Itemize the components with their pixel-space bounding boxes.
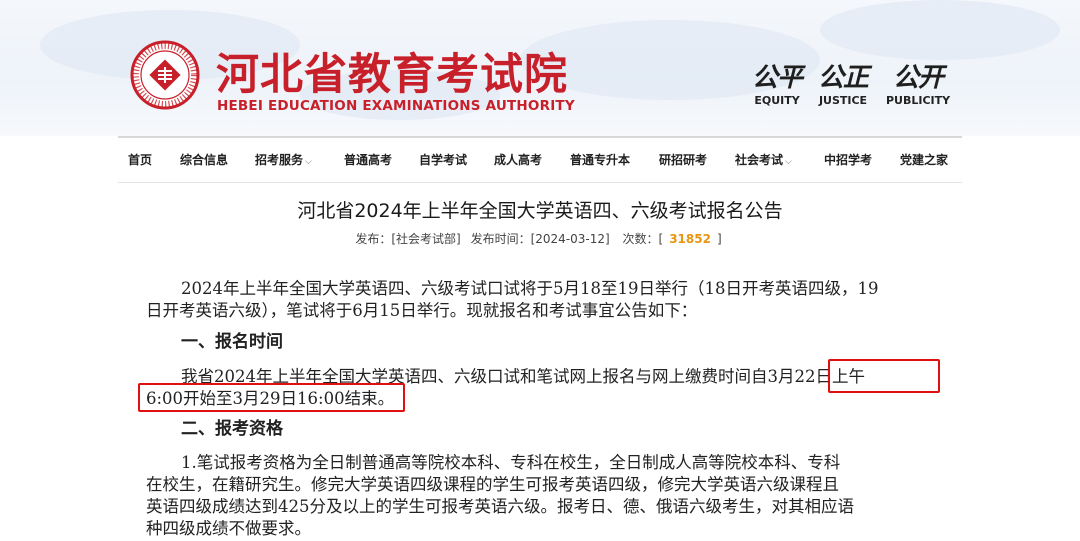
nav-item-party-building[interactable]: 党建之家 [900,138,948,182]
site-header: 河北省教育考试院 HEBEI EDUCATION EXAMINATIONS AU… [0,0,1080,136]
article-views: 次数：[ 31852] [620,232,725,246]
main-nav: 首页 综合信息 招考服务 ⌵ 普通高考 自学考试 成人高考 普通专升本 研招研考 … [118,136,962,183]
intro-line-1: 2024年上半年全国大学英语四、六级考试口试将于5月18至19日举行（18日开考… [181,279,879,298]
motto-en: PUBLICITY [886,94,951,107]
nav-item-adult-exam[interactable]: 成人高考 [494,138,542,182]
views-count: 31852 [669,232,711,246]
views-end: ] [716,232,722,246]
nav-item-label: 社会考试 [735,153,784,167]
site-title[interactable]: 河北省教育考试院 [216,40,568,102]
article-publisher: 发布：[社会考试部] [355,232,461,246]
nav-item-label: 综合信息 [180,153,229,167]
nav-item-upgrade-exam[interactable]: 普通专升本 [570,138,630,182]
nav-item-graduate-exam[interactable]: 研招研考 [659,138,707,182]
highlight-box-end [138,383,405,412]
nav-item-label: 党建之家 [900,153,949,167]
motto-en: JUSTICE [818,94,868,107]
nav-item-label: 招考服务 [255,153,304,167]
motto-justice: 公正 JUSTICE [818,62,869,108]
motto-cn: 公开 [893,63,944,93]
seal-logo-icon[interactable] [130,40,200,110]
section-heading-registration-time: 一、报名时间 [181,332,283,352]
nav-item-zhongkao[interactable]: 中招学考 [824,138,872,182]
nav-item-self-study-exam[interactable]: 自学考试 [419,138,467,182]
eligibility-line-3: 英语四级成绩达到425分及以上的学生可报考英语六级。报考日、德、俄语六级考生，对… [146,497,854,516]
nav-item-label: 普通高考 [344,153,393,167]
nav-item-label: 成人高考 [494,153,543,167]
nav-item-label: 首页 [128,153,153,167]
nav-item-label: 自学考试 [419,153,468,167]
nav-item-social-exams[interactable]: 社会考试 ⌵ [735,138,792,182]
nav-item-home[interactable]: 首页 [128,138,152,182]
highlight-box-start [828,359,940,393]
site-subtitle: HEBEI EDUCATION EXAMINATIONS AUTHORITY [217,98,575,114]
motto-publicity: 公开 PUBLICITY [886,62,950,108]
motto-en: EQUITY [754,94,800,107]
article-meta: 发布：[社会考试部] 发布时间：[2024-03-12] 次数：[ 31852] [0,230,1080,247]
motto-cn: 公正 [818,63,869,93]
motto-equity: 公平 EQUITY [752,62,803,108]
chevron-down-icon: ⌵ [785,157,792,167]
section-heading-eligibility: 二、报考资格 [181,419,283,439]
nav-item-label: 中招学考 [824,153,873,167]
eligibility-line-1: 1.笔试报考资格为全日制普通高等院校本科、专科在校生，全日制成人高等院校本科、专… [181,453,841,472]
motto-cn: 公平 [752,63,803,93]
nav-item-gaokao[interactable]: 普通高考 [344,138,392,182]
article-publish-time: 发布时间：[2024-03-12] [470,232,610,246]
views-label: 次数：[ [622,232,664,246]
nav-item-general-info[interactable]: 综合信息 [180,138,228,182]
nav-item-exam-services[interactable]: 招考服务 ⌵ [255,138,312,182]
nav-item-label: 普通专升本 [570,153,631,167]
chevron-down-icon: ⌵ [305,157,312,167]
article-title: 河北省2024年上半年全国大学英语四、六级考试报名公告 [297,200,783,222]
nav-item-label: 研招研考 [659,153,708,167]
eligibility-line-4: 种四级成绩不做要求。 [146,519,311,538]
eligibility-line-2: 在校生，在籍研究生。修完大学英语四级课程的学生可报考英语四级，修完大学英语六级课… [146,475,839,494]
intro-line-2: 日开考英语六级），笔试将于6月15日举行。现就报名和考试事宜公告如下： [146,301,698,320]
